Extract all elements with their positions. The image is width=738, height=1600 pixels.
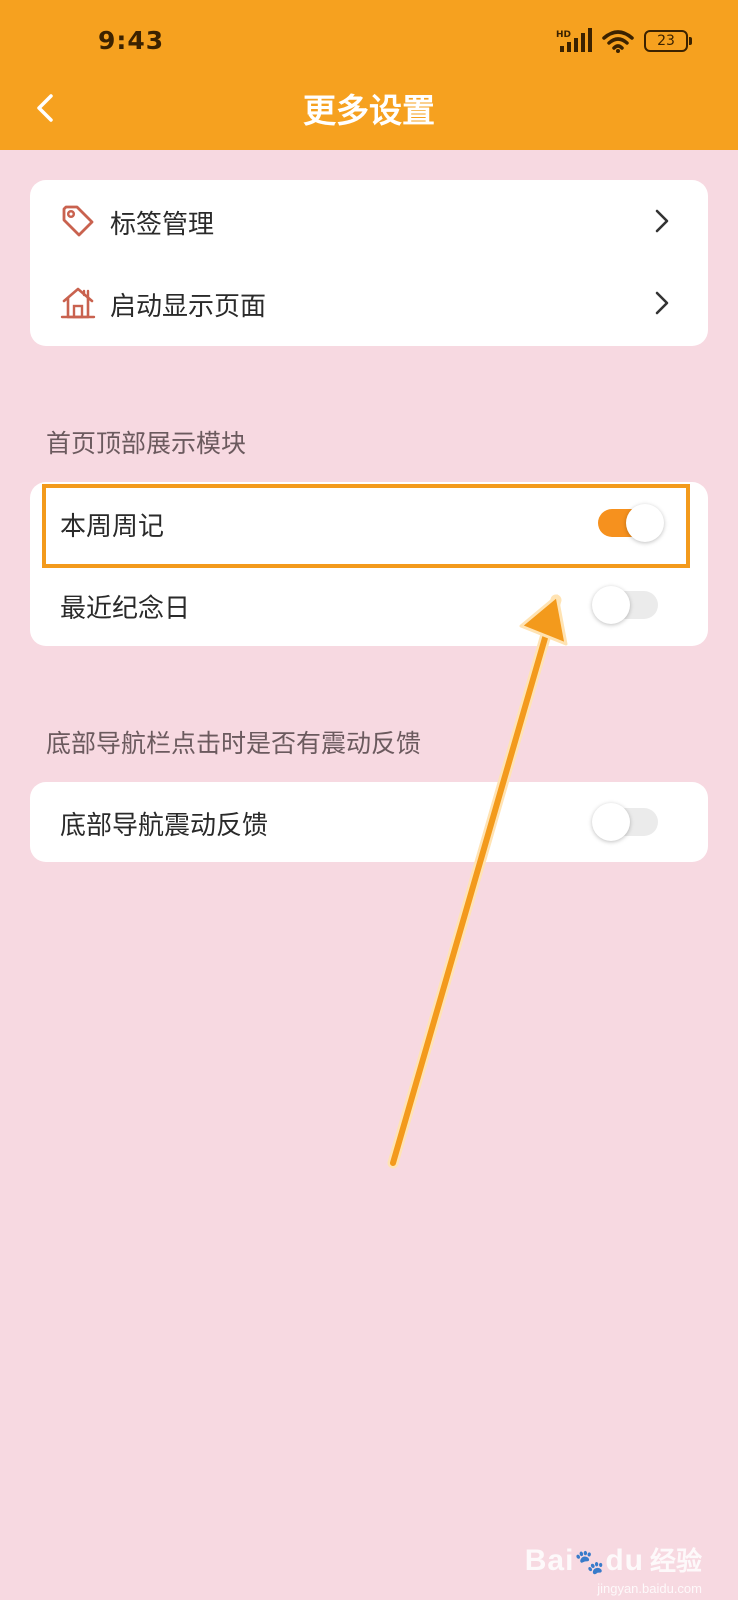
tag-management-row[interactable]: 标签管理	[30, 180, 708, 262]
bottom-section-title: 底部导航栏点击时是否有震动反馈	[46, 729, 422, 758]
house-icon	[60, 287, 96, 319]
toggle-knob	[592, 803, 630, 841]
paw-icon: 🐾	[574, 1549, 606, 1576]
cellular-signal-icon: HD	[556, 28, 592, 52]
battery-icon: 23	[644, 30, 692, 52]
highlight-box	[42, 484, 690, 568]
nav-vibration-row: 底部导航震动反馈	[30, 782, 708, 864]
settings-nav-card: 标签管理 启动显示页面	[30, 180, 708, 346]
tag-icon	[62, 205, 94, 237]
bottom-nav-card: 底部导航震动反馈	[30, 782, 708, 862]
app-header: 9:43 HD 23 更多设置	[0, 0, 738, 150]
launch-page-row[interactable]: 启动显示页面	[30, 262, 708, 344]
watermark-domain: jingyan.baidu.com	[597, 1581, 702, 1596]
network-label: HD	[556, 30, 571, 40]
nav-vibration-label: 底部导航震动反馈	[60, 811, 269, 841]
chevron-right-icon	[655, 209, 669, 233]
top-section-title: 首页顶部展示模块	[46, 429, 247, 458]
baidu-watermark: Bai🐾du 经验 jingyan.baidu.com	[524, 1541, 702, 1596]
recent-anniversary-row: 最近纪念日	[30, 564, 708, 646]
toggle-knob	[592, 586, 630, 624]
recent-anniversary-toggle[interactable]	[592, 586, 658, 624]
wifi-icon	[602, 30, 634, 53]
status-time: 9:43	[98, 26, 165, 55]
status-icons: HD 23	[556, 28, 692, 54]
page-title: 更多设置	[303, 91, 435, 130]
nav-vibration-toggle[interactable]	[592, 803, 658, 841]
watermark-cn: 经验	[649, 1547, 702, 1577]
chevron-right-icon	[655, 291, 669, 315]
recent-anniversary-label: 最近纪念日	[60, 594, 191, 624]
watermark-brand: Bai🐾du	[524, 1544, 644, 1577]
tag-management-label: 标签管理	[110, 210, 215, 240]
launch-page-label: 启动显示页面	[110, 292, 267, 322]
